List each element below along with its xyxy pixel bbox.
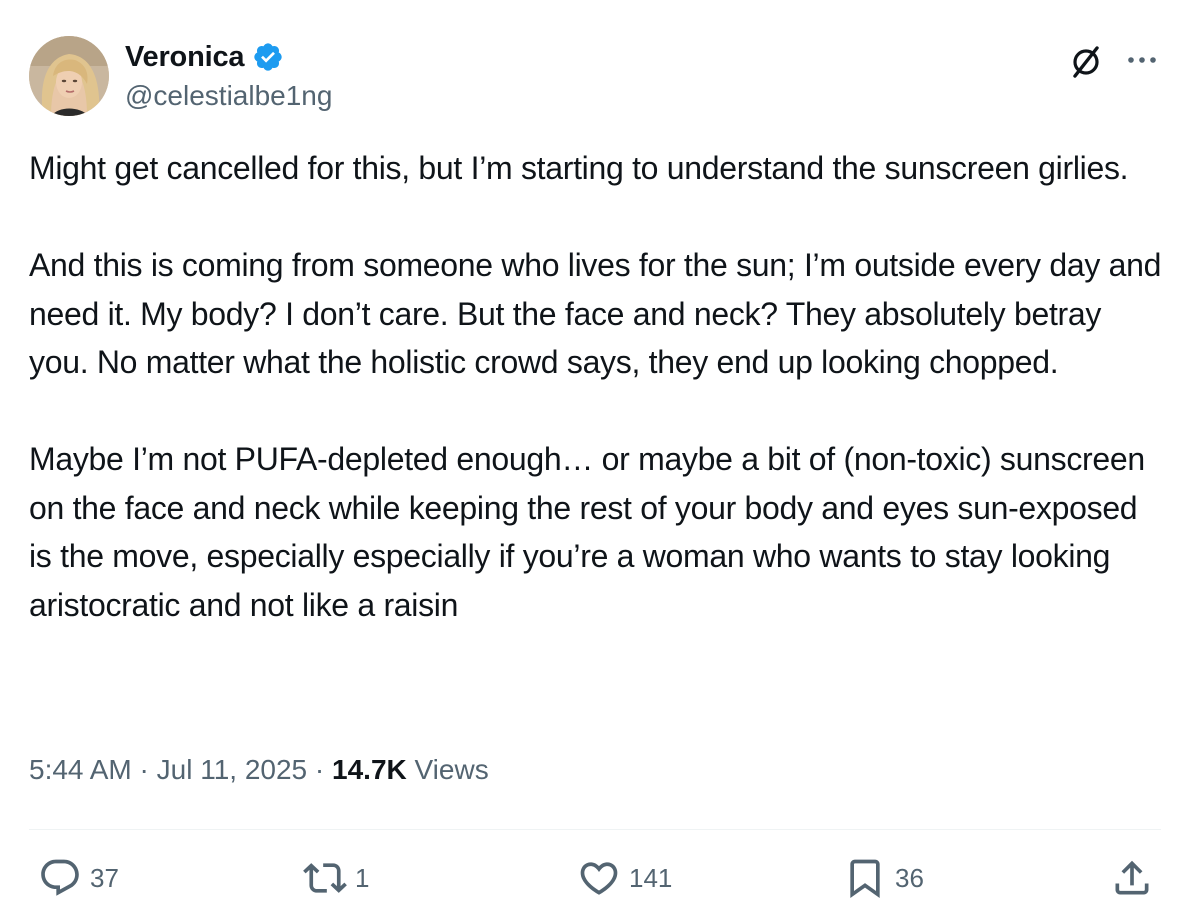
tweet-date[interactable]: Jul 11, 2025 [157, 754, 308, 786]
tweet-text: Might get cancelled for this, but I’m st… [29, 144, 1164, 629]
retweet-icon [303, 863, 347, 893]
reply-count: 37 [90, 862, 119, 893]
share-icon [1115, 860, 1149, 895]
reply-icon [41, 859, 79, 896]
bookmark-icon [850, 859, 880, 899]
avatar[interactable] [29, 36, 109, 116]
author-handle[interactable]: @celestialbe1ng [125, 80, 332, 112]
views-count[interactable]: 14.7K [332, 754, 407, 786]
more-icon[interactable] [1122, 44, 1162, 76]
heart-icon [580, 862, 618, 895]
tweet-meta: 5:44 AM · Jul 11, 2025 · 14.7K Views [29, 754, 489, 786]
tweet-time[interactable]: 5:44 AM [29, 754, 132, 786]
meta-separator: · [131, 754, 157, 785]
share-button[interactable] [1110, 856, 1154, 900]
divider [29, 829, 1161, 830]
avatar-image [29, 36, 109, 116]
bookmark-button[interactable]: 36 [843, 856, 924, 900]
tweet: Veronica @celestialbe1ng Might get cance… [0, 0, 1183, 907]
views-label: Views [406, 754, 489, 785]
verified-badge-icon[interactable] [252, 41, 284, 73]
tweet-paragraph: Might get cancelled for this, but I’m st… [29, 150, 1129, 186]
author-name-row: Veronica [125, 40, 284, 74]
tweet-paragraph: And this is coming from someone who live… [29, 247, 1162, 380]
reply-button[interactable]: 37 [38, 856, 119, 900]
grok-icon[interactable] [1066, 42, 1106, 82]
like-count: 141 [629, 862, 673, 893]
like-button[interactable]: 141 [577, 856, 672, 900]
tweet-paragraph: Maybe I’m not PUFA-depleted enough… or m… [29, 441, 1145, 623]
meta-separator: · [307, 754, 333, 785]
repost-button[interactable]: 1 [303, 856, 369, 900]
author-display-name[interactable]: Veronica [125, 41, 245, 74]
repost-count: 1 [355, 862, 370, 893]
bookmark-count: 36 [895, 862, 924, 893]
